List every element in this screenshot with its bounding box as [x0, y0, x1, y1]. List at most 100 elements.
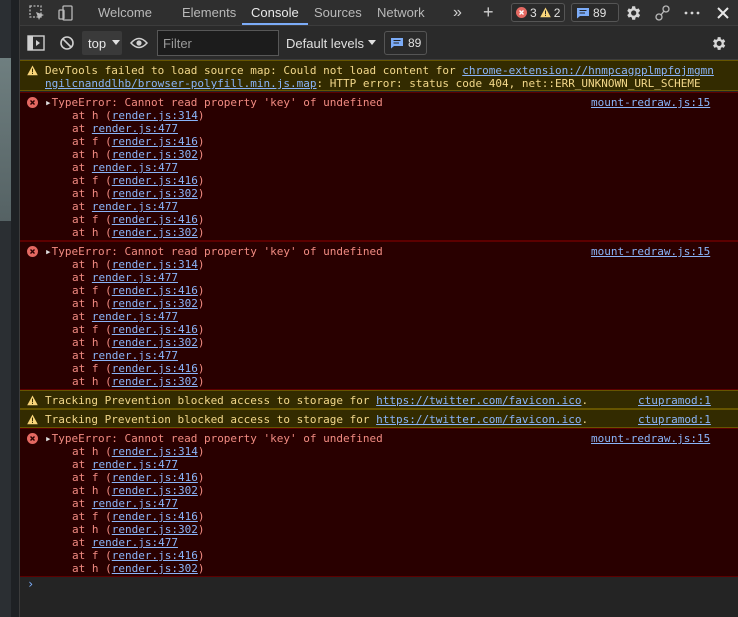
stack-frame-paren: (	[98, 109, 112, 122]
stack-frame-prefix: at	[72, 310, 92, 323]
close-icon[interactable]	[711, 0, 735, 25]
stack-frame-link[interactable]: render.js:477	[92, 458, 178, 471]
stack-frame: at h (render.js:302)	[72, 148, 204, 161]
stack-frame-prefix: at	[72, 258, 92, 271]
stack-frame-link[interactable]: render.js:416	[112, 174, 198, 187]
sidebar-toggle-icon[interactable]	[26, 31, 46, 55]
stack-frame-function: h	[91, 258, 99, 271]
stack-frame-prefix: at	[72, 135, 92, 148]
stack-frame-link[interactable]: render.js:314	[112, 109, 198, 122]
stack-frame-function: h	[91, 562, 99, 575]
error-source-link[interactable]: mount-redraw.js:15	[591, 432, 710, 445]
stack-frame-function: f	[91, 549, 99, 562]
console-prompt[interactable]: ›	[27, 577, 34, 591]
stack-frame-paren: (	[98, 523, 112, 536]
device-toolbar-icon[interactable]	[54, 0, 78, 25]
stack-frame-link[interactable]: render.js:477	[92, 122, 178, 135]
stack-frame-prefix: at	[72, 523, 92, 536]
stack-frame-prefix: at	[72, 349, 92, 362]
stack-frame-link[interactable]: render.js:302	[112, 187, 198, 200]
stack-frame-link[interactable]: render.js:416	[112, 323, 198, 336]
warning-icon	[27, 414, 38, 425]
page-gutter	[11, 0, 19, 617]
more-tabs-button[interactable]: »	[453, 0, 462, 25]
stack-frame-link[interactable]: render.js:477	[92, 349, 178, 362]
expand-triangle-icon[interactable]: ▸	[45, 432, 52, 445]
tab-elements[interactable]: Elements	[182, 0, 236, 25]
stack-frame-link[interactable]: render.js:302	[112, 148, 198, 161]
inspect-element-icon[interactable]	[25, 0, 49, 25]
stack-frame-link[interactable]: render.js:302	[112, 226, 198, 239]
tab-welcome[interactable]: Welcome	[98, 0, 152, 25]
context-selector[interactable]: top	[82, 31, 122, 55]
stack-frame-prefix: at	[72, 375, 92, 388]
stack-frame-link[interactable]: render.js:416	[112, 362, 198, 375]
live-expression-eye-icon[interactable]	[129, 31, 149, 55]
stack-frame-prefix: at	[72, 323, 92, 336]
expand-triangle-icon[interactable]: ▸	[45, 96, 52, 109]
stack-frame-prefix: at	[72, 161, 92, 174]
stack-frame-link[interactable]: render.js:302	[112, 297, 198, 310]
stack-frame-link[interactable]: render.js:314	[112, 258, 198, 271]
tracking-url-link[interactable]: https://twitter.com/favicon.ico	[376, 394, 581, 407]
error-source-link[interactable]: mount-redraw.js:15	[591, 96, 710, 109]
sourcemap-url-link[interactable]: chrome-extension://hnmpcagpplmpfojmgmn	[462, 64, 714, 77]
stack-frame-paren: (	[98, 174, 112, 187]
stack-frame-link[interactable]: render.js:314	[112, 445, 198, 458]
stack-frame-link[interactable]: render.js:477	[92, 497, 178, 510]
stack-frame-link[interactable]: render.js:302	[112, 375, 198, 388]
stack-frame-link[interactable]: render.js:477	[92, 200, 178, 213]
stack-frame-paren: )	[197, 549, 205, 562]
stack-frame-link[interactable]: render.js:416	[112, 135, 198, 148]
stack-frame-link[interactable]: render.js:477	[92, 271, 178, 284]
stack-frame-prefix: at	[72, 200, 92, 213]
expand-triangle-icon[interactable]: ▸	[45, 245, 52, 258]
stack-frame-link[interactable]: render.js:416	[112, 510, 198, 523]
messages-badge[interactable]: 89	[571, 3, 619, 22]
stack-frame-paren: )	[197, 135, 205, 148]
add-tab-button[interactable]: +	[483, 0, 494, 25]
more-options-icon[interactable]	[680, 0, 704, 25]
log-levels-dropdown[interactable]: Default levels	[286, 31, 377, 55]
tab-sources[interactable]: Sources	[314, 0, 362, 25]
console-output[interactable]: DevTools failed to load source map: Coul…	[20, 60, 738, 617]
stack-frame-link[interactable]: render.js:416	[112, 549, 198, 562]
connection-icon[interactable]	[651, 0, 675, 25]
tab-network[interactable]: Network	[377, 0, 425, 25]
stack-frame-link[interactable]: render.js:416	[112, 213, 198, 226]
stack-frame-link[interactable]: render.js:416	[112, 284, 198, 297]
stack-frame-link[interactable]: render.js:477	[92, 310, 178, 323]
error-source-link[interactable]: mount-redraw.js:15	[591, 245, 710, 258]
sourcemap-url-link-cont[interactable]: ngilcnanddlhb/browser-polyfill.min.js.ma…	[45, 77, 317, 90]
stack-frame-link[interactable]: render.js:302	[112, 523, 198, 536]
console-settings-gear-icon[interactable]	[708, 31, 728, 55]
stack-frame-paren: (	[98, 323, 112, 336]
context-value: top	[88, 35, 107, 51]
tracking-url-link[interactable]: https://twitter.com/favicon.ico	[376, 413, 581, 426]
error-message: ▸TypeError: Cannot read property 'key' o…	[20, 241, 738, 390]
dropdown-arrow-icon	[112, 40, 121, 45]
stack-frame-link[interactable]: render.js:302	[112, 336, 198, 349]
stack-frame-function: f	[91, 284, 99, 297]
stack-frame-link[interactable]: render.js:416	[112, 471, 198, 484]
stack-frame-link[interactable]: render.js:477	[92, 536, 178, 549]
tracking-source-link[interactable]: ctupramod:1	[638, 413, 711, 426]
tracking-suffix: .	[581, 394, 589, 407]
tab-console[interactable]: Console	[242, 0, 308, 25]
tracking-source-link[interactable]: ctupramod:1	[638, 394, 711, 407]
warning-text-cont: : HTTP error: status code 404, net::ERR_…	[316, 77, 701, 90]
issues-badge[interactable]: 3 2	[511, 3, 566, 22]
stack-frame-link[interactable]: render.js:302	[112, 484, 198, 497]
stack-frame-link[interactable]: render.js:302	[112, 562, 198, 575]
stack-frame-paren: )	[197, 336, 205, 349]
stack-frame-link[interactable]: render.js:477	[92, 161, 178, 174]
stack-frame-paren: )	[197, 226, 205, 239]
filter-input[interactable]	[157, 30, 279, 56]
stack-frame: at render.js:477	[72, 122, 178, 135]
stack-frame: at f (render.js:416)	[72, 362, 204, 375]
stack-frame-prefix: at	[72, 484, 92, 497]
toolbar-messages-badge[interactable]: 89	[384, 31, 428, 55]
settings-gear-icon[interactable]	[621, 0, 645, 25]
stack-frame: at render.js:477	[72, 349, 178, 362]
clear-console-icon[interactable]	[57, 31, 77, 55]
